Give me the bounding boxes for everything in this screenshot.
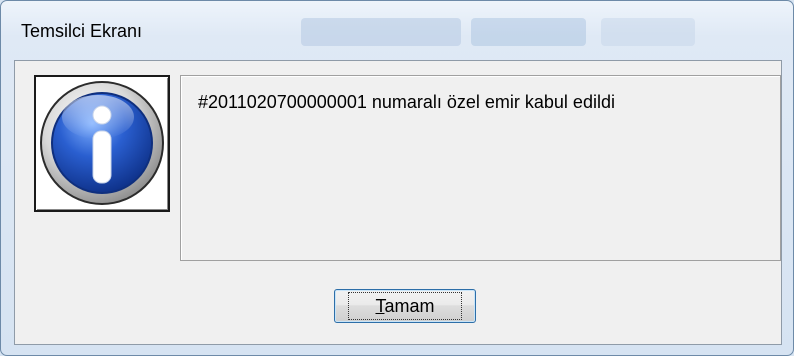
ok-button[interactable]: Tamam bbox=[334, 289, 476, 323]
background-window-ghost bbox=[601, 18, 695, 46]
dialog-window: Temsilci Ekranı #2011020700000001 numara… bbox=[0, 0, 794, 356]
information-icon bbox=[40, 81, 164, 205]
background-window-ghost bbox=[301, 18, 461, 46]
message-text: #2011020700000001 numaralı özel emir kab… bbox=[198, 92, 615, 112]
ok-button-label-rest: amam bbox=[384, 296, 435, 316]
window-title: Temsilci Ekranı bbox=[21, 21, 143, 41]
message-panel: #2011020700000001 numaralı özel emir kab… bbox=[180, 75, 781, 261]
ok-button-label: Tamam bbox=[348, 292, 462, 320]
background-window-ghost bbox=[471, 18, 586, 46]
dialog-body: #2011020700000001 numaralı özel emir kab… bbox=[14, 60, 782, 345]
information-icon-frame bbox=[34, 75, 170, 212]
